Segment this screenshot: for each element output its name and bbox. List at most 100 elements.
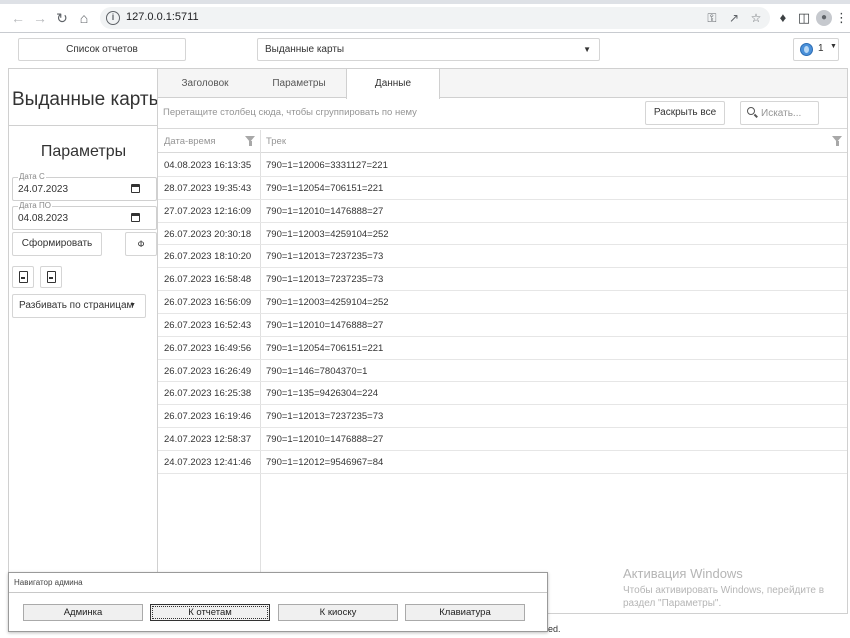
search-icon: [747, 107, 755, 115]
cell-track: 790=1=12010=1476888=27: [266, 319, 384, 331]
browser-chrome: ← → ↻ ⌂ i 127.0.0.1:5711 ⚿ ↗ ☆ ♦ ◫ ● ⋮: [0, 0, 850, 33]
admin-button[interactable]: Админка: [23, 604, 143, 621]
parameters-heading: Параметры: [40, 143, 127, 160]
filter-icon[interactable]: [832, 136, 842, 146]
cell-datetime: 04.08.2023 16:13:35: [164, 160, 252, 171]
to-reports-button[interactable]: К отчетам: [150, 604, 270, 621]
url-text[interactable]: 127.0.0.1:5711: [126, 11, 199, 23]
date-to-field[interactable]: Дата ПО 04.08.2023: [12, 201, 157, 230]
report-select[interactable]: Выданные карты ▼: [257, 38, 600, 61]
export-pdf-button[interactable]: [40, 266, 62, 288]
parameters-panel: Выданные карты Параметры Дата С 24.07.20…: [8, 68, 162, 573]
table-row[interactable]: 28.07.2023 19:35:43 790=1=12054=706151=22…: [158, 177, 847, 200]
cell-track: 790=1=135=9426304=224: [266, 388, 379, 400]
language-dropdown[interactable]: 1 ▼: [793, 38, 839, 61]
table-row[interactable]: 04.08.2023 16:13:35 790=1=12006=3331127=2…: [158, 154, 847, 177]
back-icon[interactable]: ←: [8, 8, 28, 28]
key-icon[interactable]: ⚿: [704, 10, 720, 26]
tab-header[interactable]: Заголовок: [158, 69, 252, 98]
report-main-panel: Заголовок Параметры Данные Перетащите ст…: [157, 68, 848, 615]
cell-track: 790=1=12010=1476888=27: [266, 205, 384, 217]
watermark-line: раздел "Параметры".: [623, 598, 722, 609]
cell-datetime: 26.07.2023 18:10:20: [164, 251, 252, 263]
home-icon[interactable]: ⌂: [74, 8, 94, 28]
refresh-button[interactable]: Ф: [125, 232, 157, 256]
table-row[interactable]: 26.07.2023 18:10:20 790=1=12013=7237235=7…: [158, 245, 847, 269]
cell-track: 790=1=12012=9546967=84: [266, 456, 384, 468]
table-row[interactable]: 27.07.2023 12:16:09 790=1=12010=1476888=2…: [158, 200, 847, 223]
date-to-value[interactable]: 04.08.2023: [18, 213, 68, 224]
cell-datetime: 26.07.2023 16:19:46: [164, 411, 252, 423]
cell-track: 790=1=146=7804370=1: [266, 365, 368, 377]
table-row[interactable]: 26.07.2023 16:56:09 790=1=12003=4259104=2…: [158, 291, 847, 314]
paging-select[interactable]: Разбивать по страницам ▼: [12, 294, 146, 318]
date-from-field[interactable]: Дата С 24.07.2023: [12, 172, 157, 201]
table-row[interactable]: 24.07.2023 12:41:46 790=1=12012=9546967=8…: [158, 451, 847, 474]
cell-track: 790=1=12054=706151=221: [266, 182, 384, 194]
cell-track: 790=1=12013=7237235=73: [266, 274, 384, 286]
table-row[interactable]: 26.07.2023 16:25:38 790=1=135=9426304=224: [158, 382, 847, 406]
bookmark-star-icon[interactable]: ☆: [748, 10, 764, 26]
keyboard-button[interactable]: Клавиатура: [405, 604, 525, 621]
filter-icon[interactable]: [245, 136, 255, 146]
column-header-label: Дата-время: [164, 136, 216, 147]
table-row[interactable]: 26.07.2023 16:52:43 790=1=12010=1476888=2…: [158, 314, 847, 337]
cell-track: 790=1=12013=7237235=73: [266, 411, 384, 423]
group-hint-text: Перетащите столбец сюда, чтобы сгруппиро…: [163, 107, 417, 118]
tab-parameters[interactable]: Параметры: [252, 69, 346, 98]
cell-track: 790=1=12010=1476888=27: [266, 434, 384, 446]
globe-icon: [800, 43, 813, 56]
side-panel-icon[interactable]: ◫: [795, 9, 813, 27]
expand-all-button[interactable]: Раскрыть все: [645, 101, 725, 125]
column-header-track[interactable]: Трек: [260, 130, 820, 153]
cell-datetime: 26.07.2023 16:56:09: [164, 297, 252, 309]
profile-avatar-icon[interactable]: ●: [816, 10, 832, 26]
share-icon[interactable]: ↗: [726, 10, 742, 26]
grid-body: 04.08.2023 16:13:35 790=1=12006=3331127=2…: [158, 154, 847, 474]
date-from-label: Дата С: [18, 172, 46, 181]
excel-document-icon: [19, 271, 28, 283]
cell-track: 790=1=12006=3331127=221: [266, 160, 388, 171]
forward-icon[interactable]: →: [30, 8, 50, 28]
cell-track: 790=1=12013=7237235=73: [266, 251, 384, 263]
cell-datetime: 24.07.2023 12:58:37: [164, 434, 252, 446]
table-row[interactable]: 26.07.2023 16:58:48 790=1=12013=7237235=7…: [158, 268, 847, 292]
to-kiosk-button[interactable]: К киоску: [278, 604, 398, 621]
divider: [9, 592, 547, 593]
cell-track: 790=1=12003=4259104=252: [266, 228, 389, 240]
address-bar[interactable]: i 127.0.0.1:5711 ⚿ ↗ ☆: [100, 7, 770, 29]
generate-button[interactable]: Сформировать: [12, 232, 102, 256]
column-header-label: Трек: [266, 136, 286, 147]
report-tabs: Заголовок Параметры Данные: [158, 69, 847, 99]
table-row[interactable]: 26.07.2023 16:26:49 790=1=146=7804370=1: [158, 360, 847, 383]
watermark-title: Активация Windows: [623, 566, 743, 581]
chevron-down-icon: ▼: [830, 43, 837, 50]
divider: [9, 125, 158, 126]
date-from-value[interactable]: 24.07.2023: [18, 184, 68, 195]
app-top-bar: Список отчетов Выданные карты ▼ 1 ▼: [0, 33, 850, 68]
calendar-icon[interactable]: [131, 213, 140, 222]
site-info-icon[interactable]: i: [106, 11, 120, 25]
grid-header: Дата-время Трек: [158, 130, 847, 153]
cell-datetime: 26.07.2023 16:52:43: [164, 319, 252, 331]
export-excel-button[interactable]: [12, 266, 34, 288]
table-row[interactable]: 26.07.2023 16:49:56 790=1=12054=706151=22…: [158, 337, 847, 360]
pdf-document-icon: [47, 271, 56, 283]
chevron-down-icon: ▼: [583, 45, 591, 54]
report-select-value: Выданные карты: [265, 44, 345, 55]
tab-data[interactable]: Данные: [346, 69, 440, 99]
calendar-icon[interactable]: [131, 184, 140, 193]
reload-icon[interactable]: ↻: [52, 8, 72, 28]
table-row[interactable]: 24.07.2023 12:58:37 790=1=12010=1476888=2…: [158, 428, 847, 451]
table-row[interactable]: 26.07.2023 16:19:46 790=1=12013=7237235=7…: [158, 405, 847, 429]
table-row[interactable]: 26.07.2023 20:30:18 790=1=12003=4259104=2…: [158, 223, 847, 246]
cell-datetime: 24.07.2023 12:41:46: [164, 456, 252, 468]
menu-kebab-icon[interactable]: ⋮: [835, 9, 848, 27]
group-by-panel[interactable]: Перетащите столбец сюда, чтобы сгруппиро…: [158, 98, 847, 129]
reports-list-button[interactable]: Список отчетов: [18, 38, 186, 61]
search-input[interactable]: [761, 106, 816, 120]
search-box[interactable]: [740, 101, 819, 125]
extensions-puzzle-icon[interactable]: ♦: [774, 9, 792, 27]
watermark-line: Чтобы активировать Windows, перейдите в: [623, 585, 825, 596]
cell-datetime: 26.07.2023 20:30:18: [164, 228, 252, 240]
